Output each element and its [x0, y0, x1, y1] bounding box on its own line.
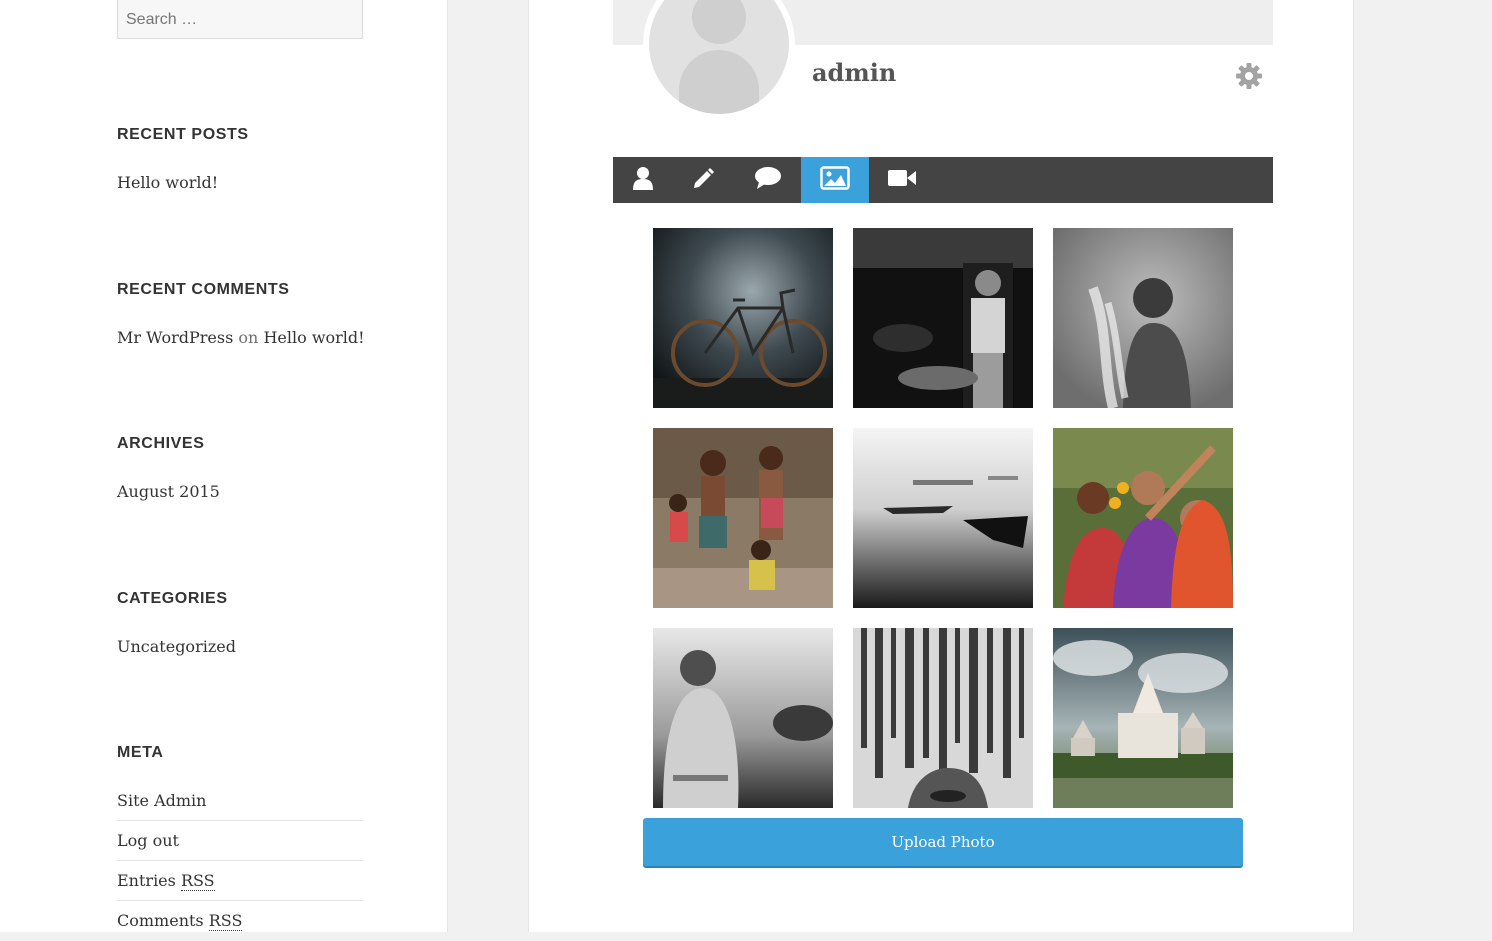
photo-girl-flowers[interactable]: [1053, 228, 1233, 408]
profile-main: admin Upload Photo: [528, 0, 1354, 932]
meta-item-log-out[interactable]: Log out: [117, 821, 363, 861]
category-link[interactable]: Uncategorized: [117, 637, 236, 656]
profile-username: admin: [812, 58, 897, 87]
meta-item-label: Comments: [117, 911, 209, 930]
upload-photo-button[interactable]: Upload Photo: [643, 818, 1243, 866]
photo-bicycle[interactable]: [653, 228, 833, 408]
comment-post-link[interactable]: Hello world!: [263, 328, 364, 347]
photo-boats-river[interactable]: [853, 428, 1033, 608]
recent-posts-title: RECENT POSTS: [117, 126, 249, 143]
video-icon: [888, 168, 916, 192]
photo-temple-clouds[interactable]: [1053, 628, 1233, 808]
meta-item-label: Site Admin: [117, 791, 207, 810]
recent-comments-title: RECENT COMMENTS: [117, 281, 290, 298]
photo-grid: [653, 228, 1233, 808]
meta-title: META: [117, 744, 164, 761]
avatar-placeholder: [649, 0, 789, 114]
recent-post-link[interactable]: Hello world!: [117, 173, 218, 192]
photo-hanging-objects[interactable]: [853, 628, 1033, 808]
recent-comment-item: Mr WordPress on Hello world!: [117, 328, 365, 347]
avatar-body: [679, 50, 759, 114]
photo-children-group[interactable]: [653, 428, 833, 608]
image-icon: [820, 166, 850, 194]
photo-women-festival[interactable]: [1053, 428, 1233, 608]
pencil-icon: [692, 166, 716, 194]
archives-title: ARCHIVES: [117, 435, 205, 452]
comment-icon: [754, 166, 782, 194]
meta-list: Site Admin Log out Entries RSS Comments …: [117, 781, 363, 941]
sidebar: RECENT POSTS Hello world! RECENT COMMENT…: [0, 0, 448, 932]
avatar-head: [692, 0, 746, 44]
user-icon: [632, 166, 654, 194]
rss-abbr: RSS: [208, 911, 243, 931]
meta-item-site-admin[interactable]: Site Admin: [117, 781, 363, 821]
photo-man-portrait[interactable]: [853, 228, 1033, 408]
search-input[interactable]: [117, 0, 363, 39]
meta-item-label: Log out: [117, 831, 179, 850]
rss-abbr: RSS: [180, 871, 215, 891]
avatar[interactable]: [643, 0, 795, 120]
comment-connector: on: [238, 328, 259, 347]
comment-author-link[interactable]: Mr WordPress: [117, 328, 233, 347]
tab-about[interactable]: [613, 157, 673, 203]
meta-item-comments-rss[interactable]: Comments RSS: [117, 901, 363, 941]
gear-icon[interactable]: [1235, 62, 1263, 90]
tab-posts[interactable]: [673, 157, 735, 203]
meta-item-entries-rss[interactable]: Entries RSS: [117, 861, 363, 901]
profile-tabs: [613, 157, 1273, 203]
categories-title: CATEGORIES: [117, 590, 228, 607]
meta-item-label: Entries: [117, 871, 181, 890]
tab-comments[interactable]: [735, 157, 801, 203]
tab-photos[interactable]: [801, 157, 869, 203]
tab-videos[interactable]: [869, 157, 935, 203]
archive-link[interactable]: August 2015: [117, 482, 220, 501]
photo-old-woman[interactable]: [653, 628, 833, 808]
